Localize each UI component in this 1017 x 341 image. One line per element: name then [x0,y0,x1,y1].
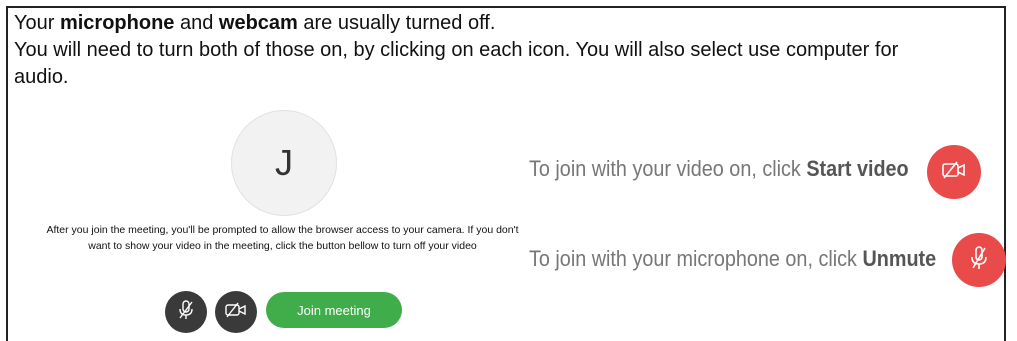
avatar: J [231,110,337,216]
video-off-icon [940,159,968,186]
unmute-button[interactable] [952,233,1006,287]
intro-line-1: Your microphone and webcam are usually t… [14,12,496,34]
intro-line-2: You will need to turn both of those on, … [14,39,899,88]
mic-muted-icon [176,299,196,326]
microphone-tip: To join with your microphone on, click U… [529,246,937,271]
start-video-label: Start video [806,156,909,181]
mute-button[interactable] [165,291,207,333]
video-off-icon [224,301,248,324]
microphone-word: microphone [59,12,175,34]
mic-muted-icon [968,245,990,276]
video-button[interactable] [215,291,257,333]
unmute-label: Unmute [862,246,937,271]
camera-permission-prompt: After you join the meeting, you'll be pr… [46,224,519,252]
avatar-initial: J [275,142,293,183]
webcam-word: webcam [218,12,298,34]
intro-text: Your microphone and webcam are usually t… [14,10,954,91]
video-tip: To join with your video on, click Start … [529,156,909,181]
join-meeting-button[interactable]: Join meeting [266,292,402,328]
start-video-button[interactable] [927,145,981,199]
join-meeting-label: Join meeting [297,302,371,318]
